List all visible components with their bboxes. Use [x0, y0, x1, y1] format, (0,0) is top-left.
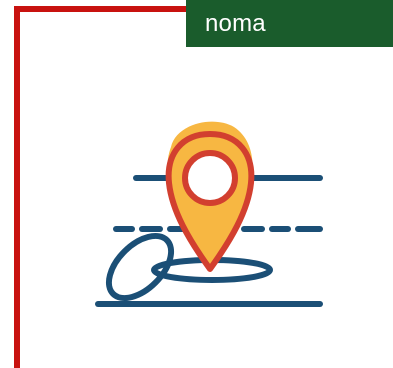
brand-tab: noma	[186, 0, 393, 47]
brand-label: noma	[205, 9, 266, 37]
location-card: noma	[0, 0, 393, 368]
location-pin-icon	[95, 121, 323, 307]
frame-left-border	[14, 6, 20, 368]
frame-top-border	[14, 6, 196, 12]
